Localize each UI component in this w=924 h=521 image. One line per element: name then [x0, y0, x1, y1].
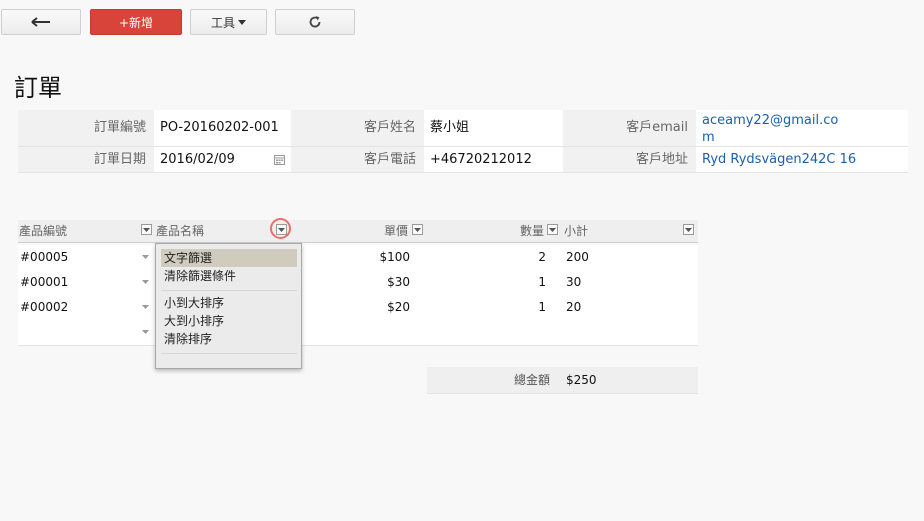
order-info-row: 訂單編號 PO-20160202-001 客戶姓名 蔡小姐 客戶email ac… [18, 110, 908, 147]
new-button[interactable]: +新增 [90, 9, 182, 35]
email-line-2: m [702, 130, 715, 145]
subtotal-cell: 20 [566, 300, 582, 314]
subtotal-filter-button[interactable] [683, 224, 694, 235]
highlight-circle [270, 218, 291, 239]
column-header-unit-price[interactable]: 單價 [384, 220, 408, 242]
caret-down-icon [238, 19, 246, 25]
customer-name-label: 客戶姓名 [291, 110, 424, 146]
order-date-field[interactable]: 2016/02/09 [154, 147, 291, 172]
quantity-cell[interactable]: 1 [458, 295, 546, 320]
order-number-field[interactable]: PO-20160202-001 [154, 110, 291, 146]
caret-down-icon[interactable] [142, 255, 149, 259]
column-filter-menu: 文字篩選 清除篩選條件 小到大排序 大到小排序 清除排序 [155, 243, 302, 369]
unit-price-cell[interactable]: $20 [318, 295, 410, 320]
refresh-icon [309, 16, 321, 28]
order-date-label: 訂單日期 [18, 147, 154, 172]
menu-item-clear-sort[interactable]: 清除排序 [161, 330, 297, 348]
menu-item-clear-filter[interactable]: 清除篩選條件 [161, 267, 297, 285]
caret-down-icon[interactable] [142, 330, 149, 334]
unit-price-filter-button[interactable] [412, 224, 423, 235]
product-code-cell[interactable]: #00002 [20, 295, 68, 320]
grid-header: 產品編號 產品名稱 單價 數量 小計 [18, 220, 698, 243]
column-header-product-code[interactable]: 產品編號 [19, 220, 67, 242]
column-header-quantity[interactable]: 數量 [520, 220, 544, 242]
quantity-cell[interactable]: 2 [458, 245, 546, 270]
customer-address-link[interactable]: Ryd Rydsvägen242C 16 [696, 147, 908, 172]
caret-down-icon [685, 227, 692, 232]
tools-label: 工具 [210, 15, 235, 30]
caret-down-icon[interactable] [142, 305, 149, 309]
customer-name-field[interactable]: 蔡小姐 [424, 110, 563, 146]
column-header-product-name[interactable]: 產品名稱 [156, 220, 204, 242]
table-row[interactable]: #00001 $30 1 30 [18, 270, 698, 296]
quantity-filter-button[interactable] [547, 224, 558, 235]
menu-divider [161, 353, 297, 354]
menu-item-sort-ascending[interactable]: 小到大排序 [161, 294, 297, 312]
menu-item-sort-descending[interactable]: 大到小排序 [161, 312, 297, 330]
menu-item-text-filter[interactable]: 文字篩選 [161, 249, 297, 267]
refresh-button[interactable] [275, 9, 355, 35]
table-row-empty[interactable] [18, 320, 698, 346]
subtotal-cell: 30 [566, 275, 582, 289]
subtotal-cell: 200 [566, 250, 589, 264]
table-row[interactable]: #00002 $20 1 20 [18, 295, 698, 321]
customer-phone-field[interactable]: +46720212012 [424, 147, 563, 172]
menu-divider [161, 290, 297, 291]
order-info-row: 訂單日期 2016/02/09 客戶電話 +46720212012 客戶地址 R… [18, 147, 908, 173]
unit-price-cell[interactable]: $30 [318, 270, 410, 295]
product-code-filter-button[interactable] [141, 224, 152, 235]
order-number-label: 訂單編號 [18, 110, 154, 146]
unit-price-cell[interactable]: $100 [318, 245, 410, 270]
calendar-icon[interactable] [274, 154, 285, 165]
caret-down-icon [414, 227, 421, 232]
page-title: 訂單 [14, 74, 62, 102]
arrow-left-icon [31, 17, 50, 27]
column-header-subtotal[interactable]: 小計 [564, 220, 588, 242]
product-code-cell[interactable]: #00005 [20, 245, 68, 270]
quantity-cell[interactable]: 1 [458, 270, 546, 295]
customer-email-label: 客戶email [563, 110, 696, 146]
product-code-cell[interactable]: #00001 [20, 270, 68, 295]
customer-address-label: 客戶地址 [563, 147, 696, 172]
customer-email-link[interactable]: aceamy22@gmail.co m [696, 110, 908, 146]
customer-phone-label: 客戶電話 [291, 147, 424, 172]
table-row[interactable]: #00005 $100 2 200 [18, 245, 698, 271]
back-button[interactable] [1, 9, 81, 35]
order-date-value: 2016/02/09 [160, 152, 235, 167]
total-label: 總金額 [513, 373, 550, 387]
total-row: 總金額 $250 [427, 367, 698, 394]
caret-down-icon[interactable] [142, 280, 149, 284]
caret-down-icon [549, 227, 556, 232]
caret-down-icon [143, 227, 150, 232]
email-line-1: aceamy22@gmail.co [702, 113, 839, 128]
total-value: $250 [566, 373, 597, 387]
tools-dropdown-button[interactable]: 工具 [190, 9, 267, 35]
